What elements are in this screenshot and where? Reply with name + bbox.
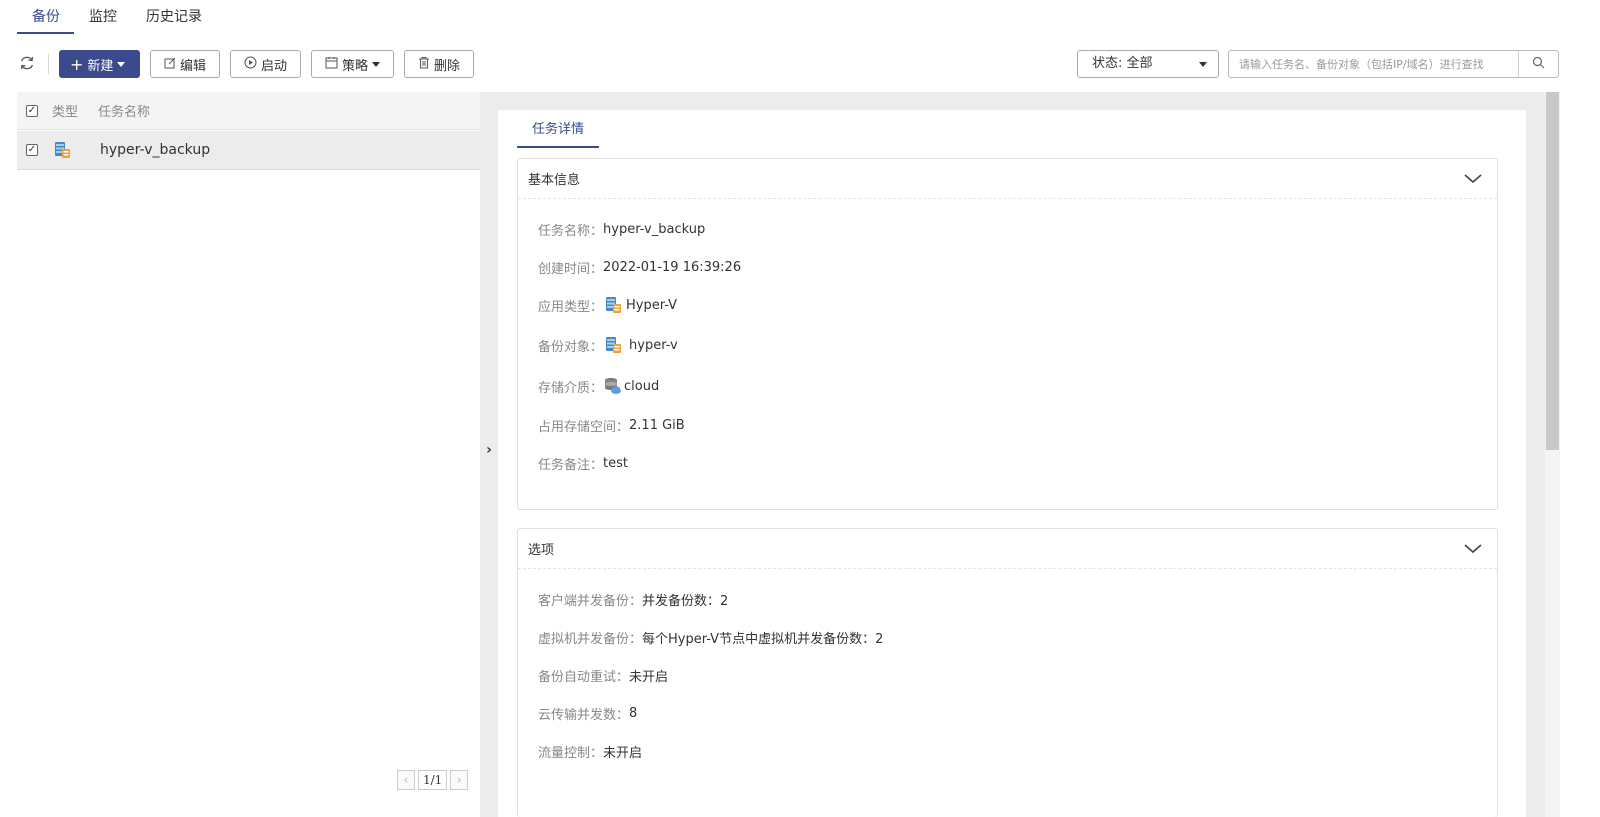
field-value: 未开启 bbox=[603, 745, 643, 761]
field-value: test bbox=[603, 455, 628, 471]
caret-down-icon bbox=[372, 61, 381, 67]
tab-history[interactable]: 历史记录 bbox=[132, 0, 216, 34]
search-input[interactable] bbox=[1229, 51, 1518, 77]
new-button[interactable]: + 新建 bbox=[59, 50, 140, 78]
basic-info-section: 基本信息 任务名称： hyper-v_backup 创建时间： 2022-01-… bbox=[517, 158, 1498, 510]
field-label: 备份对象： bbox=[538, 339, 604, 355]
start-button[interactable]: 启动 bbox=[230, 50, 302, 78]
field-create-time: 创建时间： 2022-01-19 16:39:26 bbox=[538, 257, 741, 277]
field-label: 任务名称： bbox=[538, 223, 604, 239]
policy-button-label: 策略 bbox=[342, 58, 369, 74]
edit-button[interactable]: 编辑 bbox=[150, 50, 221, 78]
select-all-checkbox[interactable]: ✓ bbox=[26, 104, 38, 117]
search-button[interactable] bbox=[1518, 51, 1558, 77]
task-name: hyper-v_backup bbox=[100, 142, 211, 158]
chevron-down-icon[interactable] bbox=[1463, 539, 1483, 559]
field-label: 占用存储空间： bbox=[538, 419, 630, 435]
detail-scrollbar[interactable] bbox=[1545, 92, 1560, 817]
next-page-button[interactable]: › bbox=[450, 770, 469, 790]
field-value: 并发备份数：2 bbox=[642, 593, 729, 609]
search-icon bbox=[1532, 56, 1545, 73]
hyper-v-icon bbox=[603, 295, 623, 315]
field-value: hyper-v_backup bbox=[603, 221, 706, 237]
top-tabs: 备份 监控 历史记录 bbox=[17, 0, 216, 34]
play-circle-icon bbox=[244, 56, 257, 72]
options-header[interactable]: 选项 bbox=[518, 529, 1497, 569]
field-vm-concurrency: 虚拟机并发备份： 每个Hyper-V节点中虚拟机并发备份数：2 bbox=[538, 627, 883, 647]
chevron-right-icon[interactable]: › bbox=[480, 440, 498, 460]
column-type: 类型 bbox=[52, 105, 79, 120]
field-client-concurrency: 客户端并发备份： 并发备份数：2 bbox=[538, 589, 728, 609]
search-box bbox=[1228, 50, 1559, 78]
hyper-v-icon bbox=[603, 335, 623, 355]
field-auto-retry: 备份自动重试： 未开启 bbox=[538, 665, 668, 685]
edit-button-label: 编辑 bbox=[180, 58, 207, 74]
pagination: ‹ 1/1 › bbox=[397, 770, 469, 790]
field-traffic-control: 流量控制： 未开启 bbox=[538, 741, 642, 761]
section-title: 基本信息 bbox=[528, 173, 581, 188]
field-backup-target: 备份对象： hyper-v bbox=[538, 335, 678, 355]
caret-down-icon bbox=[117, 61, 126, 67]
start-button-label: 启动 bbox=[261, 58, 288, 74]
field-label: 存储介质： bbox=[538, 380, 604, 396]
field-used-space: 占用存储空间： 2.11 GiB bbox=[538, 415, 685, 435]
column-task-name: 任务名称 bbox=[98, 105, 151, 120]
tab-task-detail[interactable]: 任务详情 bbox=[517, 110, 599, 148]
policy-button[interactable]: 策略 bbox=[311, 50, 395, 78]
refresh-icon[interactable] bbox=[18, 55, 36, 73]
status-filter-select[interactable]: 状态: 全部 bbox=[1077, 50, 1219, 78]
field-value: 每个Hyper-V节点中虚拟机并发备份数：2 bbox=[642, 631, 884, 647]
table-row[interactable]: ✓ hyper-v_backup bbox=[17, 131, 480, 170]
new-button-label: 新建 bbox=[87, 58, 114, 74]
field-cloud-concurrency: 云传输并发数： 8 bbox=[538, 703, 637, 723]
toolbar: + 新建 编辑 启动 策略 删除 bbox=[17, 50, 484, 78]
field-app-type: 应用类型： Hyper-V bbox=[538, 295, 677, 315]
field-storage: 存储介质： cloud bbox=[538, 376, 659, 396]
field-label: 备份自动重试： bbox=[538, 669, 630, 685]
task-list-header: ✓ 类型 任务名称 bbox=[17, 92, 480, 130]
options-section: 选项 客户端并发备份： 并发备份数：2 虚拟机并发备份： 每个Hyper-V节点… bbox=[517, 528, 1498, 817]
basic-info-header[interactable]: 基本信息 bbox=[518, 159, 1497, 199]
cloud-storage-icon bbox=[603, 376, 623, 396]
hyper-v-icon bbox=[52, 140, 72, 160]
status-filter-value: 状态: 全部 bbox=[1092, 56, 1153, 71]
calendar-icon bbox=[325, 56, 338, 72]
field-label: 虚拟机并发备份： bbox=[538, 631, 643, 647]
field-label: 任务备注： bbox=[538, 457, 604, 473]
field-value: hyper-v bbox=[629, 337, 678, 353]
field-label: 客户端并发备份： bbox=[538, 593, 643, 609]
row-checkbox[interactable]: ✓ bbox=[26, 144, 38, 156]
page-indicator: 1/1 bbox=[418, 770, 448, 790]
field-label: 流量控制： bbox=[538, 745, 604, 761]
delete-button-label: 删除 bbox=[434, 58, 461, 74]
trash-icon bbox=[418, 56, 430, 72]
field-value: Hyper-V bbox=[626, 297, 678, 313]
delete-button[interactable]: 删除 bbox=[404, 50, 475, 78]
tab-monitor[interactable]: 监控 bbox=[75, 0, 131, 34]
field-label: 应用类型： bbox=[538, 299, 604, 315]
field-value: 2022-01-19 16:39:26 bbox=[603, 259, 742, 275]
toolbar-divider bbox=[48, 54, 49, 74]
caret-down-icon bbox=[1199, 62, 1207, 67]
scrollbar-thumb[interactable] bbox=[1546, 92, 1559, 450]
tab-backup[interactable]: 备份 bbox=[17, 0, 74, 34]
field-value: 未开启 bbox=[629, 669, 669, 685]
field-label: 云传输并发数： bbox=[538, 707, 630, 723]
plus-icon: + bbox=[70, 54, 84, 74]
field-value: 8 bbox=[629, 705, 638, 721]
chevron-down-icon[interactable] bbox=[1463, 169, 1483, 189]
field-value: cloud bbox=[624, 378, 660, 394]
field-remark: 任务备注： test bbox=[538, 453, 628, 473]
field-task-name: 任务名称： hyper-v_backup bbox=[538, 219, 705, 239]
task-detail-card: 任务详情 基本信息 任务名称： hyper-v_backup 创建时间： 202… bbox=[498, 110, 1526, 817]
edit-icon bbox=[164, 57, 176, 72]
section-title: 选项 bbox=[528, 543, 555, 558]
field-label: 创建时间： bbox=[538, 261, 604, 277]
prev-page-button[interactable]: ‹ bbox=[397, 770, 415, 790]
field-value: 2.11 GiB bbox=[629, 417, 685, 433]
